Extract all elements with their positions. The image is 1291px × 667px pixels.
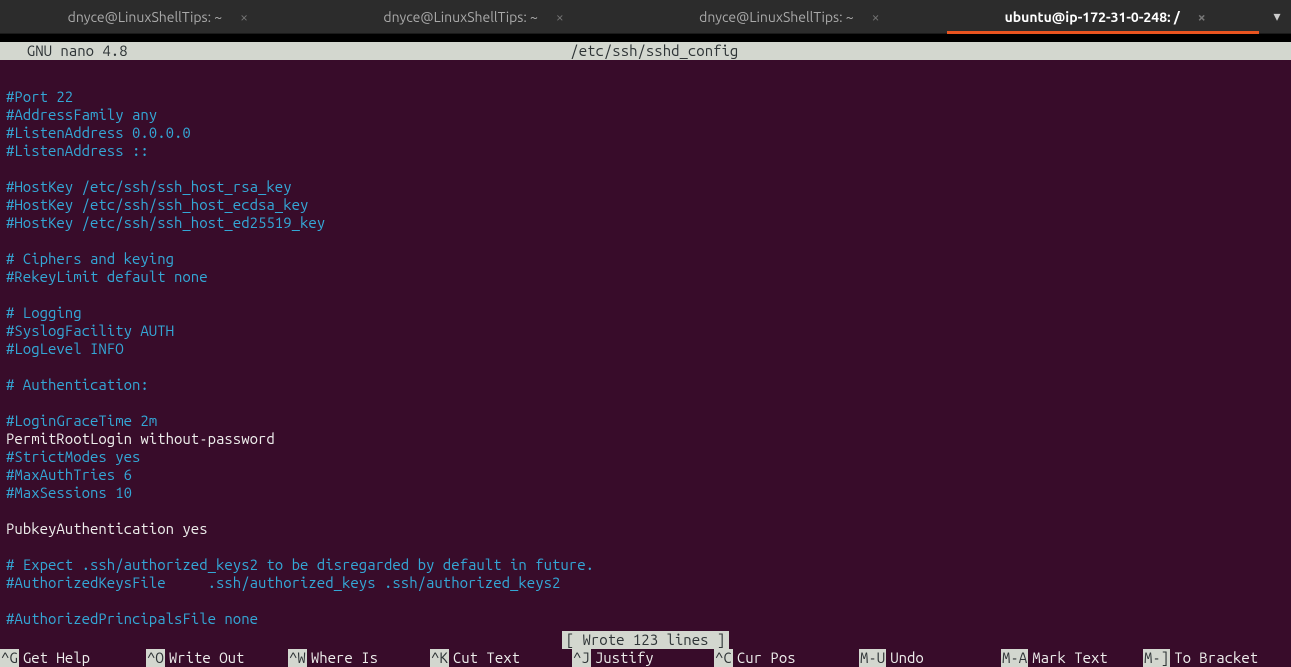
nano-help-row: ^GGet Help ^OWrite Out ^WWhere Is ^KCut Tex… [0, 649, 1291, 667]
tab-title: dnyce@LinuxShellTips: ~ [68, 9, 223, 25]
help-shortcut: ^JJustify [572, 649, 706, 667]
shortcut-label: Justify [595, 649, 654, 667]
editor-line: #MaxSessions 10 [6, 484, 1285, 502]
shortcut-label: Undo [890, 649, 924, 667]
editor-line: #Port 22 [6, 88, 1285, 106]
shortcut-label: Cut Text [453, 649, 520, 667]
editor-line: #SyslogFacility AUTH [6, 322, 1285, 340]
help-shortcut: ^KCut Text [430, 649, 564, 667]
terminal-viewport[interactable]: GNU nano 4.8 /etc/ssh/sshd_config #Port … [0, 42, 1291, 667]
editor-line: # Logging [6, 304, 1285, 322]
editor-line [6, 358, 1285, 376]
editor-line [6, 160, 1285, 178]
close-icon[interactable]: × [872, 9, 880, 25]
editor-line: #StrictModes yes [6, 448, 1285, 466]
shortcut-label: Get Help [23, 649, 90, 667]
nano-title-bar: GNU nano 4.8 /etc/ssh/sshd_config [0, 42, 1291, 60]
tab-title: ubuntu@ip-172-31-0-248: / [1005, 9, 1180, 25]
editor-line: #AddressFamily any [6, 106, 1285, 124]
tab-title: dnyce@LinuxShellTips: ~ [383, 9, 538, 25]
shortcut-key: ^J [572, 649, 591, 667]
editor-line: #LogLevel INFO [6, 340, 1285, 358]
tab-title: dnyce@LinuxShellTips: ~ [699, 9, 854, 25]
tab-bar: dnyce@LinuxShellTips: ~ × dnyce@LinuxShe… [0, 0, 1291, 34]
nano-status-bar: [ Wrote 123 lines ] [0, 631, 1291, 649]
editor-line: # Ciphers and keying [6, 250, 1285, 268]
shortcut-label: Cur Pos [737, 649, 796, 667]
help-shortcut: ^GGet Help [0, 649, 138, 667]
editor-line: #MaxAuthTries 6 [6, 466, 1285, 484]
close-icon[interactable]: × [1198, 9, 1206, 25]
shortcut-key: M-] [1143, 649, 1170, 667]
editor-line [6, 538, 1285, 556]
editor-line [6, 286, 1285, 304]
help-shortcut: ^OWrite Out [146, 649, 280, 667]
nano-status-message: [ Wrote 123 lines ] [562, 631, 730, 649]
shortcut-label: Mark Text [1032, 649, 1108, 667]
shortcut-key: ^G [0, 649, 19, 667]
shortcut-key: M-U [859, 649, 886, 667]
shortcut-key: ^O [146, 649, 165, 667]
editor-line: # Expect .ssh/authorized_keys2 to be dis… [6, 556, 1285, 574]
editor-line: #RekeyLimit default none [6, 268, 1285, 286]
editor-line: #ListenAddress 0.0.0.0 [6, 124, 1285, 142]
editor-line: #HostKey /etc/ssh/ssh_host_rsa_key [6, 178, 1285, 196]
close-icon[interactable]: × [556, 9, 564, 25]
shortcut-label: To Bracket [1174, 649, 1258, 667]
editor-line [6, 502, 1285, 520]
shortcut-label: Where Is [311, 649, 378, 667]
help-shortcut: ^CCur Pos [714, 649, 851, 667]
nano-editor-area[interactable]: #Port 22#AddressFamily any#ListenAddress… [0, 60, 1291, 628]
editor-line: #ListenAddress :: [6, 142, 1285, 160]
terminal-tab-1[interactable]: dnyce@LinuxShellTips: ~ × [0, 0, 316, 33]
nano-filename: /etc/ssh/sshd_config [128, 42, 1291, 60]
editor-line: PubkeyAuthentication yes [6, 520, 1285, 538]
editor-line: # Authentication: [6, 376, 1285, 394]
editor-line: #AuthorizedKeysFile .ssh/authorized_keys… [6, 574, 1285, 592]
editor-line [6, 394, 1285, 412]
shortcut-key: ^C [714, 649, 733, 667]
help-shortcut: M-AMark Text [1001, 649, 1135, 667]
close-icon[interactable]: × [240, 9, 248, 25]
editor-line: PermitRootLogin without-password [6, 430, 1285, 448]
help-shortcut: M-]To Bracket [1143, 649, 1273, 667]
terminal-tab-2[interactable]: dnyce@LinuxShellTips: ~ × [316, 0, 632, 33]
editor-line: #LoginGraceTime 2m [6, 412, 1285, 430]
editor-line: #HostKey /etc/ssh/ssh_host_ecdsa_key [6, 196, 1285, 214]
help-shortcut: ^WWhere Is [288, 649, 422, 667]
editor-line: #HostKey /etc/ssh/ssh_host_ed25519_key [6, 214, 1285, 232]
editor-line [6, 592, 1285, 610]
chevron-down-icon: ▾ [1273, 8, 1280, 25]
shortcut-label: Write Out [169, 649, 245, 667]
help-shortcut: M-UUndo [859, 649, 993, 667]
tab-menu-button[interactable]: ▾ [1263, 0, 1291, 33]
shortcut-key: M-A [1001, 649, 1028, 667]
terminal-tab-3[interactable]: dnyce@LinuxShellTips: ~ × [632, 0, 948, 33]
terminal-tab-4[interactable]: ubuntu@ip-172-31-0-248: / × [947, 0, 1263, 33]
tab-separator [0, 34, 1291, 42]
shortcut-key: ^W [288, 649, 307, 667]
editor-line [6, 232, 1285, 250]
nano-version: GNU nano 4.8 [10, 42, 128, 60]
shortcut-key: ^K [430, 649, 449, 667]
editor-line [6, 70, 1285, 88]
editor-line: #AuthorizedPrincipalsFile none [6, 610, 1285, 628]
